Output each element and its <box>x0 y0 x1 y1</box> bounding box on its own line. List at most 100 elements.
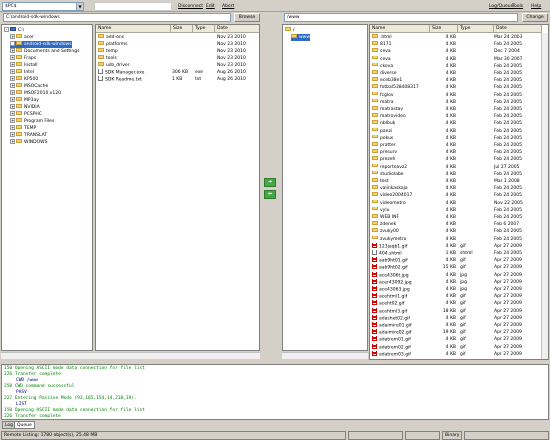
remote-tree-horizontal-scrollbar[interactable] <box>282 352 368 359</box>
column-header-date[interactable]: Date <box>215 25 259 33</box>
table-row[interactable]: add-ons Nov 23 2010 <box>96 34 259 41</box>
table-row[interactable]: matrovideo 4 KB Feb 24 2005 <box>370 113 542 120</box>
table-row[interactable]: test 4 KB Mar 1 2008 <box>370 178 542 185</box>
table-row[interactable]: reporteavz2 4 KB Jul 27 2005 <box>370 163 542 171</box>
table-row[interactable]: adaimire01.gif 4 KB gif Apr 27 2009 <box>370 322 542 329</box>
table-row[interactable]: 404.shtml 1 KB shtml Feb 24 2005 <box>370 250 542 257</box>
expand-icon[interactable]: + <box>10 76 15 81</box>
table-row[interactable]: WEB INF 4 KB Feb 24 2005 <box>370 214 542 221</box>
collapse-icon[interactable]: - <box>4 27 9 32</box>
local-horizontal-scrollbar[interactable] <box>1 352 260 359</box>
expand-icon[interactable]: + <box>10 83 15 88</box>
expand-icon[interactable]: + <box>10 90 15 95</box>
table-row[interactable]: ace4306t.jpg 4 KB jpg Apr 27 2009 <box>370 271 542 279</box>
table-row[interactable]: zvukymetro 4 KB Feb 24 2005 <box>370 235 542 243</box>
tree-item[interactable]: + WINDOWS <box>10 138 47 146</box>
table-row[interactable]: panzi 4 KB Feb 24 2005 <box>370 127 542 135</box>
expand-icon[interactable]: + <box>10 97 15 102</box>
table-row[interactable]: presurv 4 KB Feb 24 2005 <box>370 149 542 156</box>
abort-button[interactable]: Abort <box>222 3 234 10</box>
table-row[interactable]: vylu 4 KB Feb 24 2005 <box>370 206 542 214</box>
local-path-input[interactable]: C:\android-sdk-windows <box>3 13 231 22</box>
table-row[interactable]: pratter 4 KB Feb 24 2005 <box>370 142 542 149</box>
column-header-size[interactable]: Size <box>430 25 458 33</box>
table-row[interactable]: diverse 4 KB Feb 24 2005 <box>370 70 542 77</box>
tree-item[interactable]: + PCSPHC <box>10 110 42 118</box>
remote-folder-tree[interactable]: / www <box>282 24 368 351</box>
table-row[interactable]: acehtml3.gif 18 KB gif Apr 27 2009 <box>370 307 542 315</box>
table-row[interactable]: ceva 4 KB Dec 7 2004 <box>370 48 542 55</box>
table-row[interactable]: platforms Nov 23 2010 <box>96 41 259 48</box>
table-row[interactable]: adashet02.gif 4 KB gif Apr 27 2009 <box>370 314 542 322</box>
table-row[interactable]: pokus 4 KB Feb 24 2005 <box>370 134 542 142</box>
chevron-down-icon[interactable]: ▼ <box>76 3 83 10</box>
expand-icon[interactable]: + <box>10 41 15 46</box>
disconnect-button[interactable]: Disconnect <box>178 3 203 10</box>
table-row[interactable]: zdenek 4 KB Feb 6 2007 <box>370 221 542 228</box>
table-row[interactable]: SDK Manager.exe 306 KB exe Aug 26 2010 <box>96 69 259 76</box>
tools-menu[interactable]: Tools <box>512 3 523 10</box>
remote-path-input[interactable]: /www <box>284 13 518 22</box>
table-row[interactable]: usb_driver Nov 23 2010 <box>96 62 259 69</box>
table-row[interactable]: SDK Readme.txt 1 KB txt Aug 26 2010 <box>96 76 259 83</box>
expand-icon[interactable]: + <box>10 132 15 137</box>
local-folder-tree[interactable]: - C:\ + acer + android-sdk-windows + Documents … <box>1 24 93 351</box>
table-row[interactable]: temp Nov 23 2010 <box>96 48 259 55</box>
column-header-name[interactable]: Name <box>96 25 171 33</box>
expand-icon[interactable]: + <box>10 34 15 39</box>
tree-item[interactable]: + Fraps <box>10 54 36 62</box>
download-arrow-icon[interactable]: ⬅ <box>264 190 276 199</box>
table-row[interactable]: studiolabe 4 KB Feb 24 2005 <box>370 170 542 178</box>
tree-item[interactable]: + KP500 <box>10 75 38 83</box>
column-header-type[interactable]: Type <box>458 25 494 33</box>
change-button[interactable]: Change <box>522 13 548 22</box>
expand-icon[interactable]: + <box>10 104 15 109</box>
remote-site-combo[interactable] <box>94 2 172 11</box>
tab-queue[interactable]: Queue <box>14 421 35 429</box>
table-row[interactable]: adatrem03.gif 4 KB gif Apr 27 2009 <box>370 350 542 358</box>
table-row[interactable]: adatrem02.gif 4 KB gif Apr 27 2009 <box>370 343 542 351</box>
table-row[interactable]: tools Nov 23 2010 <box>96 55 259 62</box>
edit-menu[interactable]: Edit <box>206 3 215 10</box>
table-row[interactable]: eceb38e1 4 KB Feb 24 2005 <box>370 77 542 84</box>
table-row[interactable]: matrastav 4 KB Feb 24 2005 <box>370 106 542 113</box>
table-row[interactable]: adatrem01.gif 4 KB gif Apr 27 2009 <box>370 336 542 343</box>
table-row[interactable]: ace43063.jpg 4 KB jpg Apr 27 2009 <box>370 286 542 293</box>
browse-button[interactable]: Browse <box>234 13 260 22</box>
expand-icon[interactable]: + <box>10 139 15 144</box>
upload-arrow-icon[interactable]: ➜ <box>264 178 276 187</box>
table-row[interactable]: 8171 4 KB Feb 24 2005 <box>370 41 542 48</box>
table-row[interactable]: video2004017 4 KB Feb 24 2005 <box>370 192 542 199</box>
remote-file-list[interactable]: Name Size Type Date .html 4 KB Mar 24 2003… <box>369 24 549 360</box>
local-site-combo[interactable]: $PC$ ▼ <box>2 2 84 11</box>
column-header-date[interactable]: Date <box>494 25 542 33</box>
remote-vertical-scrollbar[interactable] <box>541 33 548 359</box>
table-row[interactable]: fcglov 4 KB Feb 24 2005 <box>370 91 542 99</box>
table-row[interactable]: prezeh 4 KB Feb 24 2005 <box>370 156 542 163</box>
table-row[interactable]: valinkaskaja 4 KB Feb 24 2005 <box>370 185 542 192</box>
tree-item[interactable]: www <box>291 33 311 41</box>
table-row[interactable]: 123jaqb1.gif 4 KB gif Apr 27 2009 <box>370 242 542 250</box>
table-row[interactable]: acer43092.jpg 4 KB jpg Apr 27 2009 <box>370 278 542 286</box>
tree-item[interactable]: + MP3ay <box>10 96 39 104</box>
log-queue-button[interactable]: Log/Queue <box>489 3 513 10</box>
tree-item[interactable]: + Install <box>10 61 38 69</box>
tree-item[interactable]: + NVIDIA <box>10 103 40 111</box>
table-row[interactable]: nblbuk 4 KB Feb 24 2005 <box>370 120 542 127</box>
expand-icon[interactable]: + <box>10 55 15 60</box>
table-row[interactable]: videometro 4 KB Nov 22 2005 <box>370 199 542 207</box>
column-header-type[interactable]: Type <box>193 25 215 33</box>
table-row[interactable]: .html 4 KB Mar 24 2003 <box>370 34 542 41</box>
expand-icon[interactable]: + <box>10 62 15 67</box>
column-header-name[interactable]: Name <box>370 25 430 33</box>
help-menu[interactable]: Help <box>531 3 541 10</box>
expand-icon[interactable]: + <box>10 125 15 130</box>
table-row[interactable]: matra 4 KB Feb 24 2005 <box>370 98 542 106</box>
table-row[interactable]: adaimire02.gif 19 KB gif Apr 27 2009 <box>370 329 542 336</box>
table-row[interactable]: aceht02.gif 4 KB gif Apr 27 2009 <box>370 300 542 307</box>
table-row[interactable]: ckova 4 KB Feb 24 2005 <box>370 62 542 70</box>
expand-icon[interactable]: + <box>10 48 15 53</box>
table-row[interactable]: ceva 4 KB Mar 30 2007 <box>370 55 542 63</box>
tree-item[interactable]: + TEMP <box>10 124 36 132</box>
expand-icon[interactable]: + <box>10 69 15 74</box>
